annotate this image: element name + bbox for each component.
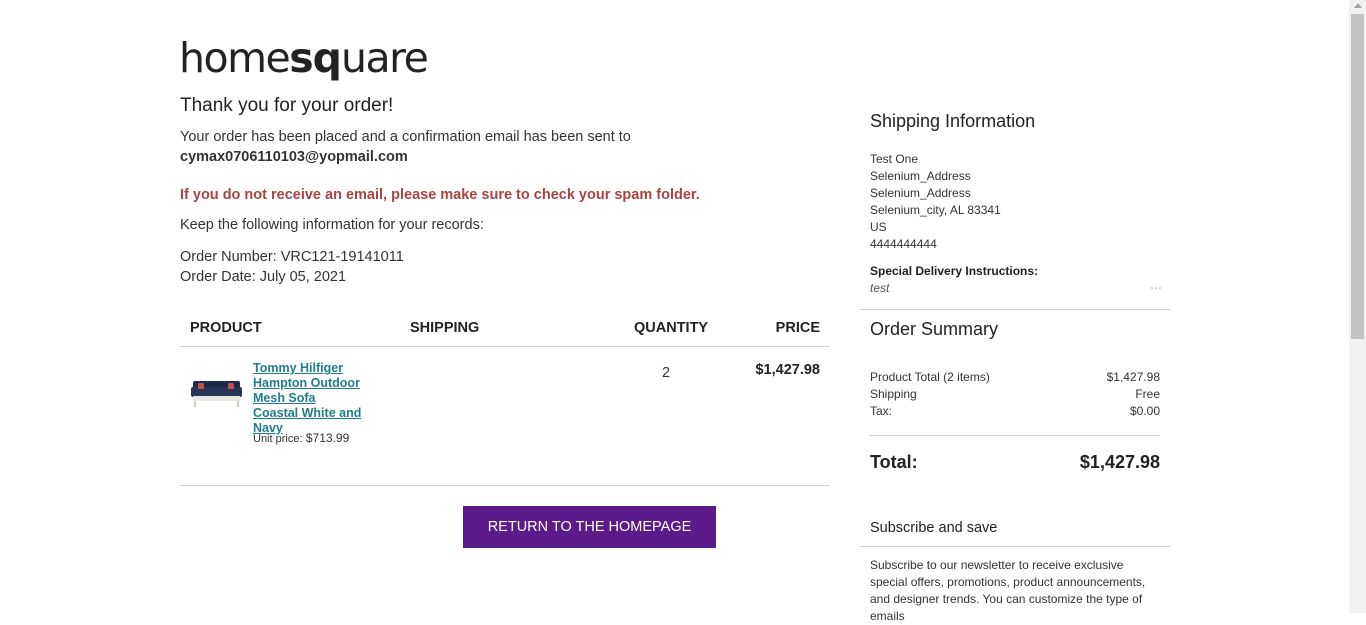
confirmation-email: cymax0706110103@yopmail.com <box>180 149 408 165</box>
shipping-info-title: Shipping Information <box>870 111 1036 131</box>
return-homepage-button[interactable]: RETURN TO THE HOMEPAGE <box>463 506 716 548</box>
header-product: PRODUCT <box>190 320 262 336</box>
subscribe-title: Subscribe and save <box>870 520 998 536</box>
logo-part-home: home <box>179 34 291 82</box>
item-quantity: 2 <box>662 365 671 381</box>
product-total-label: Product Total (2 items) <box>870 370 990 384</box>
summary-tax: Tax: $0.00 <box>870 404 1160 418</box>
keep-records-text: Keep the following information for your … <box>180 217 484 233</box>
ship-name: Test One <box>870 152 919 166</box>
subscribe-divider <box>860 546 1170 547</box>
unit-price-value: $713.99 <box>305 431 350 445</box>
ship-phone: 4444444444 <box>870 237 937 251</box>
logo-part-uare: uare <box>341 34 429 82</box>
spam-notice: If you do not receive an email, please m… <box>180 187 700 203</box>
total-label: Total: <box>870 452 918 472</box>
order-date: Order Date: July 05, 2021 <box>180 269 347 285</box>
placed-text: Your order has been placed and a confirm… <box>180 129 631 145</box>
header-shipping: SHIPPING <box>410 320 480 336</box>
page-scrollbar[interactable] <box>1349 0 1366 613</box>
sofa-image[interactable] <box>190 373 243 409</box>
more-dots-icon[interactable]: ◦◦◦ <box>1150 283 1163 293</box>
shipping-address: Test One Selenium_Address Selenium_Addre… <box>870 151 1001 253</box>
ship-country: US <box>870 220 887 234</box>
subscribe-text: Subscribe to our newsletter to receive e… <box>870 558 1146 623</box>
total-value: $1,427.98 <box>1079 452 1160 472</box>
shipping-label: Shipping <box>870 387 917 401</box>
product-total-value: $1,427.98 <box>1106 370 1160 384</box>
scroll-thumb[interactable] <box>1351 14 1364 339</box>
table-header-divider <box>180 346 830 347</box>
ship-city: Selenium_city, AL 83341 <box>870 203 1001 217</box>
scroll-up-icon[interactable] <box>1354 3 1362 8</box>
item-price: $1,427.98 <box>755 362 820 378</box>
unit-price-label: Unit price: <box>253 433 303 445</box>
order-number: Order Number: VRC121-19141011 <box>180 249 404 265</box>
ship-address2: Selenium_Address <box>870 186 971 200</box>
shipping-value: Free <box>1135 387 1160 401</box>
summary-total: Total: $1,427.98 <box>870 452 1160 473</box>
unit-price: Unit price: $713.99 <box>253 431 349 445</box>
header-quantity: QUANTITY <box>634 320 709 336</box>
tax-value: $0.00 <box>1129 404 1160 418</box>
summary-shipping: Shipping Free <box>870 387 1160 401</box>
ship-address1: Selenium_Address <box>870 169 971 183</box>
confirmation-heading: Thank you for your order! <box>180 95 394 116</box>
logo-part-sq: sq <box>289 34 342 82</box>
order-summary-title: Order Summary <box>870 319 999 339</box>
product-name-link[interactable]: Tommy Hilfiger Hampton Outdoor Mesh Sofa… <box>253 361 363 436</box>
header-price: PRICE <box>775 320 820 336</box>
summary-divider <box>870 435 1160 436</box>
delivery-instructions-value: test <box>870 281 890 295</box>
table-bottom-divider <box>180 485 830 486</box>
order-info: Order Number: VRC121-19141011 Order Date… <box>180 247 404 287</box>
tax-label: Tax: <box>870 404 893 418</box>
summary-product-total: Product Total (2 items) $1,427.98 <box>870 370 1160 384</box>
delivery-instructions-label: Special Delivery Instructions: <box>870 264 1039 278</box>
homesquare-logo[interactable]: homesquare <box>179 34 429 82</box>
confirmation-message: Your order has been placed and a confirm… <box>180 127 631 167</box>
shipping-divider <box>860 309 1170 310</box>
